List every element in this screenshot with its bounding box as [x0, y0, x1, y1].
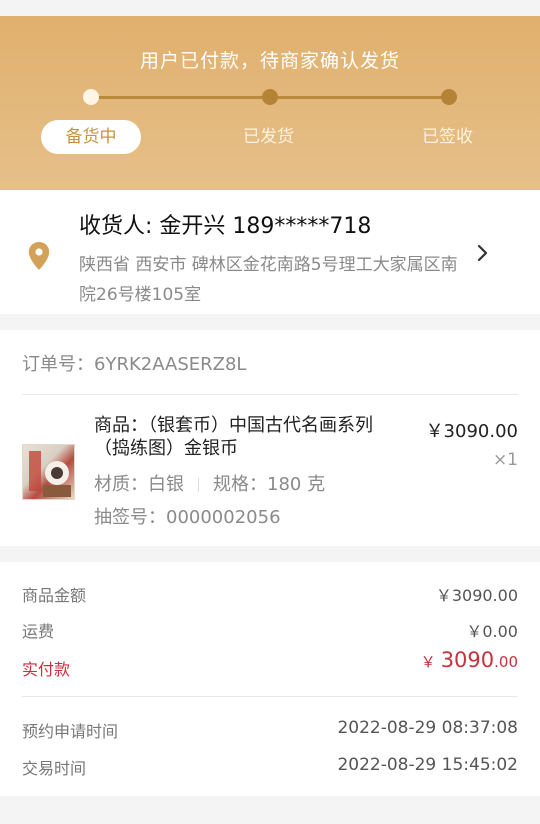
divider — [22, 696, 518, 697]
trade-time-value: 2022-08-29 15:45:02 — [337, 755, 518, 775]
reserve-time-value: 2022-08-29 08:37:08 — [337, 718, 518, 738]
status-title: 用户已付款，待商家确认发货 — [139, 50, 400, 72]
goods-amount-label: 商品金额 — [22, 586, 87, 605]
paid-integer: 3090 — [440, 648, 495, 672]
paid-decimal: .00 — [494, 653, 518, 671]
reserve-time-label: 预约申请时间 — [22, 722, 119, 741]
shipping-label: 运费 — [22, 622, 55, 641]
shipping-address: 陕西省 西安市 碑林区金花南路5号理工大家属区南院26号楼105室 — [79, 255, 458, 305]
product-spec: 材质：白银 规格：180 克 — [94, 470, 325, 496]
product-name[interactable]: 商品：（银套币）中国古代名画系列（捣练图）金银币 — [94, 414, 404, 460]
consignee-info: 收货人: 金开兴 189*****718 — [79, 214, 372, 239]
divider — [22, 394, 518, 395]
product-thumbnail[interactable] — [22, 444, 75, 500]
lottery-number: 抽签号：0000002056 — [94, 507, 281, 528]
product-size: 规格：180 克 — [213, 474, 326, 495]
step-shipped: 已发货 — [243, 127, 294, 147]
product-material: 材质：白银 — [94, 474, 184, 495]
product-quantity: ×1 — [492, 450, 518, 470]
progress-dot — [262, 89, 278, 105]
top-strip — [0, 0, 540, 16]
paid-currency: ￥ — [420, 653, 436, 671]
step-received: 已签收 — [422, 127, 473, 147]
progress-dot — [441, 89, 457, 105]
location-pin-icon — [28, 242, 50, 270]
step-preparing: 备货中 — [41, 120, 141, 154]
goods-amount-value: ￥3090.00 — [435, 586, 518, 605]
chevron-right-icon[interactable] — [476, 243, 490, 263]
shipping-value: ￥0.00 — [466, 622, 518, 641]
trade-time-label: 交易时间 — [22, 759, 87, 778]
paid-label: 实付款 — [22, 660, 71, 679]
order-number: 订单号：6YRK2AASERZ8L — [22, 354, 247, 375]
product-price: ￥3090.00 — [425, 421, 518, 442]
progress-dot-current — [83, 89, 99, 105]
paid-amount: ￥ 3090.00 — [421, 648, 518, 672]
